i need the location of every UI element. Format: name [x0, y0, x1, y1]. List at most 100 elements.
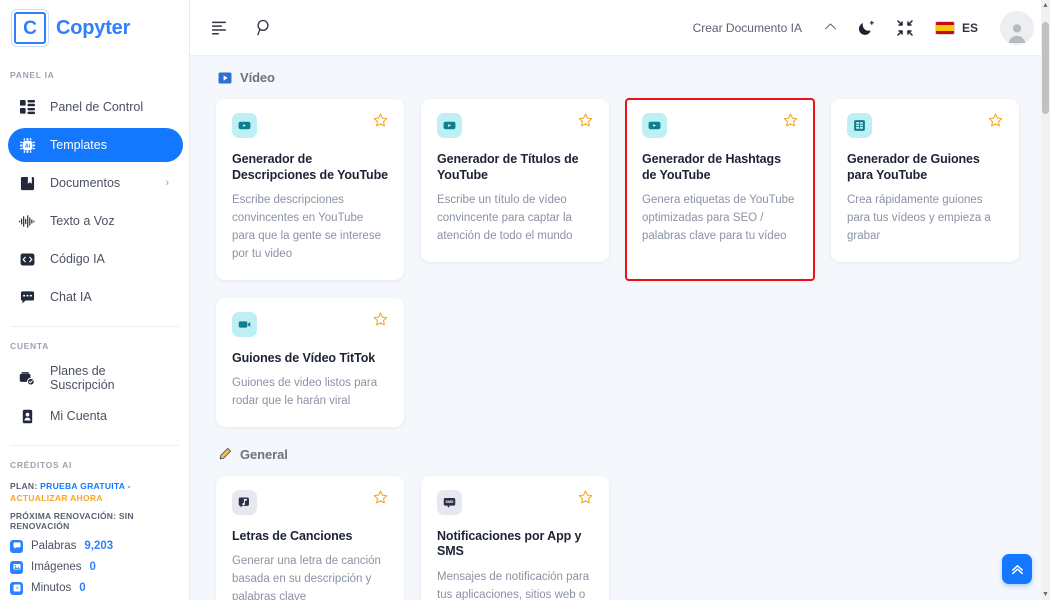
- brand-logo[interactable]: C Copyter: [0, 0, 189, 56]
- star-icon[interactable]: [373, 312, 388, 327]
- category-title: Vídeo: [240, 70, 275, 85]
- spain-flag-icon: [934, 20, 955, 35]
- scroll-down-arrow-icon[interactable]: ▼: [1042, 591, 1049, 598]
- language-selector[interactable]: ES: [934, 20, 978, 35]
- template-card-notificaciones-app-sms[interactable]: SMS Notificaciones por App y SMS Mensaje…: [421, 475, 609, 600]
- card-top: [642, 113, 798, 138]
- brand-name: Copyter: [56, 16, 131, 39]
- card-description: Crea rápidamente guiones para tus vídeos…: [847, 194, 991, 242]
- star-icon[interactable]: [988, 113, 1003, 128]
- double-chevron-up-icon: [1011, 564, 1023, 574]
- film-icon: [847, 113, 872, 138]
- template-card-letras-canciones[interactable]: Letras de Canciones Generar una letra de…: [216, 475, 404, 600]
- sidebar-section-panel-label: PANEL IA: [10, 70, 55, 80]
- card-title: Generador de Hashtags de YouTube: [642, 152, 781, 182]
- card-title: Generador de Descripciones de YouTube: [232, 152, 388, 182]
- plan-separator: -: [127, 481, 131, 491]
- card-top: [847, 113, 1003, 138]
- youtube-icon: [437, 113, 462, 138]
- sidebar-item-label: Texto a Voz: [50, 214, 115, 228]
- card-top: SMS: [437, 489, 593, 515]
- template-grid-general: Letras de Canciones Generar una letra de…: [216, 475, 1022, 600]
- plan-prefix: PLAN:: [10, 481, 38, 491]
- chevron-up-icon[interactable]: [824, 22, 837, 34]
- chat-icon: [18, 288, 36, 306]
- brand-mark-letter: C: [23, 17, 37, 39]
- card-title: Notificaciones por App y SMS: [437, 528, 582, 559]
- card-top: [232, 311, 388, 337]
- sidebar-item-panel-de-control[interactable]: Panel de Control: [8, 90, 183, 124]
- collapse-icon[interactable]: [897, 19, 913, 36]
- template-card-hashtags-youtube[interactable]: Generador de Hashtags de YouTube Genera …: [625, 98, 815, 281]
- star-icon[interactable]: [578, 490, 593, 505]
- code-icon: [18, 250, 36, 268]
- sidebar-item-label: Documentos: [50, 176, 121, 190]
- video-camera-icon: [232, 311, 257, 337]
- sidebar-item-planes-de-suscripcion[interactable]: Planes de Suscripción: [8, 361, 183, 395]
- documents-icon: [18, 174, 36, 192]
- sidebar-item-label: Panel de Control: [50, 100, 144, 114]
- brand-mark-icon: C: [14, 12, 46, 44]
- sidebar-section-account-label: CUENTA: [10, 341, 49, 351]
- sidebar-item-chat-ia[interactable]: Chat IA: [8, 280, 183, 314]
- scroll-to-top-button[interactable]: [1002, 554, 1032, 584]
- sidebar-item-label: Templates: [50, 138, 107, 152]
- credit-value: 0: [79, 582, 86, 595]
- sidebar-item-documentos[interactable]: Documentos ›: [8, 166, 183, 200]
- avatar[interactable]: [1000, 10, 1034, 45]
- menu-align-icon[interactable]: [212, 21, 230, 35]
- sidebar-item-templates[interactable]: AI Templates: [8, 128, 183, 162]
- star-icon[interactable]: [373, 490, 388, 505]
- card-description: Guiones de video listos para rodar que l…: [232, 377, 378, 407]
- card-description: Genera etiquetas de YouTube optimizadas …: [642, 194, 795, 242]
- sidebar-item-label: Chat IA: [50, 290, 92, 304]
- waveform-icon: [18, 212, 36, 230]
- card-title: Letras de Canciones: [232, 528, 353, 543]
- pencil-icon: [218, 447, 232, 461]
- template-card-guiones-youtube[interactable]: Generador de Guiones para YouTube Crea r…: [831, 99, 1019, 262]
- app-root: C Copyter PANEL IA Panel de Control AI T…: [0, 0, 1050, 600]
- search-icon[interactable]: [256, 19, 273, 36]
- id-card-icon: [18, 407, 36, 425]
- avatar-silhouette: [1000, 11, 1034, 45]
- plan-upgrade-link[interactable]: ACTUALIZAR AHORA: [10, 493, 103, 503]
- language-code: ES: [961, 20, 978, 35]
- sms-icon: SMS: [437, 489, 462, 515]
- sidebar-divider-2: [10, 445, 179, 446]
- page-scrollbar[interactable]: ▲ ▼: [1041, 0, 1050, 600]
- category-title: General: [240, 446, 288, 462]
- images-icon: [10, 560, 23, 574]
- star-icon[interactable]: [783, 113, 798, 128]
- star-icon[interactable]: [373, 113, 388, 128]
- template-card-descripciones-youtube[interactable]: Generador de Descripciones de YouTube Es…: [216, 99, 404, 280]
- star-icon[interactable]: [578, 113, 593, 128]
- card-description: Mensajes de notificación para tus aplica…: [437, 571, 590, 600]
- topbar: Crear Documento IA ES: [190, 0, 1050, 56]
- card-title: Generador de Títulos de YouTube: [437, 152, 579, 182]
- template-card-titulos-youtube[interactable]: Generador de Títulos de YouTube Escribe …: [421, 99, 609, 262]
- sidebar-item-texto-a-voz[interactable]: Texto a Voz: [8, 204, 183, 238]
- subscription-icon: [18, 369, 36, 387]
- card-title: Generador de Guiones para YouTube: [847, 152, 980, 182]
- renewal-line: PRÓXIMA RENOVACIÓN: SIN RENOVACIÓN: [10, 510, 134, 531]
- svg-text:SMS: SMS: [445, 500, 454, 504]
- card-description: Escribe descripciones convincentes en Yo…: [232, 194, 381, 260]
- category-header-video: Vídeo: [218, 70, 1022, 85]
- sidebar-item-codigo-ia[interactable]: Código IA: [8, 242, 183, 276]
- main-area: Crear Documento IA ES Vídeo Generador de…: [190, 0, 1050, 600]
- minutes-icon: [10, 581, 23, 595]
- sidebar-section-credits-label: CRÉDITOS AI: [10, 460, 73, 470]
- credit-label: Palabras: [31, 540, 77, 553]
- dashboard-icon: [18, 98, 36, 116]
- scrollbar-thumb[interactable]: [1042, 22, 1049, 114]
- credit-row: Imágenes 0: [10, 560, 179, 574]
- card-description: Generar una letra de canción basada en s…: [232, 555, 381, 600]
- sidebar-item-mi-cuenta[interactable]: Mi Cuenta: [8, 399, 183, 433]
- moon-icon[interactable]: [858, 20, 875, 36]
- template-card-guiones-tiktok[interactable]: Guiones de Vídeo TitTok Guiones de video…: [216, 297, 404, 427]
- create-document-button[interactable]: Crear Documento IA: [693, 21, 802, 35]
- sidebar-item-label: Mi Cuenta: [50, 409, 107, 423]
- scroll-up-arrow-icon[interactable]: ▲: [1042, 2, 1049, 9]
- card-top: [232, 113, 388, 138]
- credit-label: Imágenes: [31, 561, 82, 574]
